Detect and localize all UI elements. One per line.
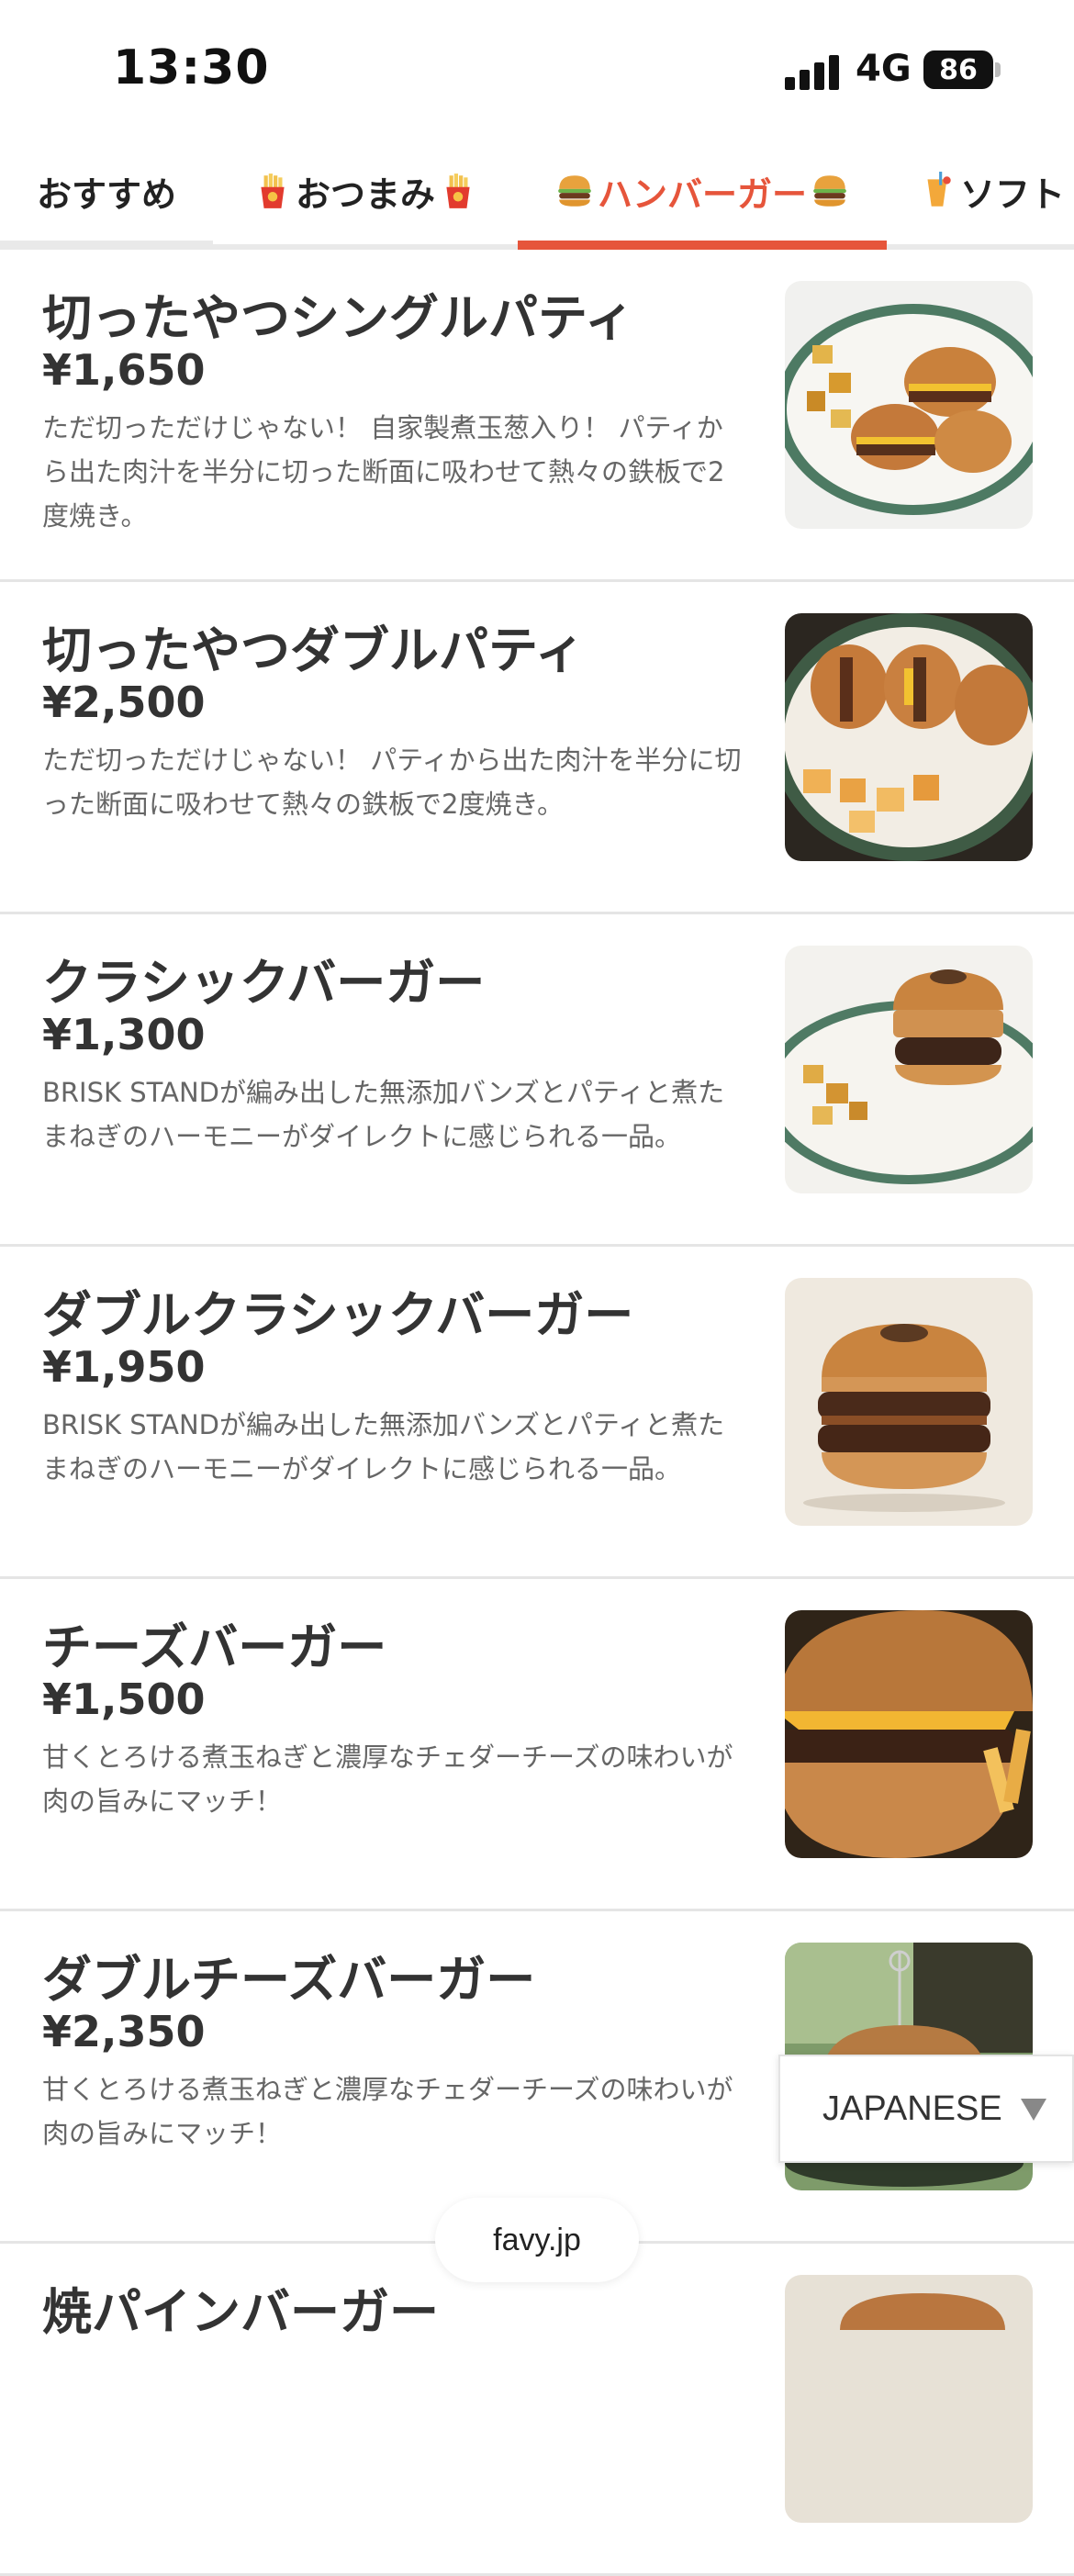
item-title: 焼パインバーガー <box>42 2283 439 2341</box>
tab-divider <box>0 241 213 250</box>
tab-label: ソフト <box>960 174 1066 215</box>
tab-soft-drinks[interactable]: ソフト <box>914 138 1074 244</box>
hamburger-icon <box>813 175 846 207</box>
item-title: 切ったやつシングルパティ <box>42 289 634 347</box>
item-description: BRISK STANDが編み出した無添加バンズとパティと煮たまねぎのハーモニーが… <box>42 1409 725 1484</box>
item-price: ¥2,500 <box>42 678 206 727</box>
active-tab-indicator <box>518 241 887 250</box>
fries-icon <box>446 174 470 208</box>
cut-burger-plate-photo[interactable] <box>785 281 1033 529</box>
menu-item[interactable]: クラシックバーガー ¥1,300 BRISK STANDが編み出した無添加バンズ… <box>0 914 1074 1247</box>
menu-item[interactable]: 切ったやつダブルパティ ¥2,500 ただ切っただけじゃない！ パティから出た肉… <box>0 582 1074 914</box>
category-tabs: おすすめ おつまみ ハンバーガー ソフト <box>0 138 1074 250</box>
item-price: ¥2,350 <box>42 2007 206 2056</box>
tab-label: おすすめ <box>36 174 176 215</box>
brand-label: favy.jp <box>493 2222 581 2257</box>
battery-tip <box>995 62 1001 77</box>
item-title: チーズバーガー <box>42 1618 387 1676</box>
item-price: ¥1,950 <box>42 1342 206 1392</box>
battery-icon: 86 <box>923 50 993 89</box>
double-classic-burger-photo[interactable] <box>785 1278 1033 1526</box>
language-select[interactable]: JAPANESE <box>778 2055 1074 2163</box>
item-title: クラシックバーガー <box>42 954 486 1012</box>
cut-double-burger-plate-photo[interactable] <box>785 613 1033 861</box>
item-description: 甘くとろける煮玉ねぎと濃厚なチェダーチーズの味わいが肉の旨みにマッチ！ <box>42 2074 733 2149</box>
item-description: BRISK STANDが編み出した無添加バンズとパティと煮たまねぎのハーモニーが… <box>42 1077 725 1152</box>
item-price: ¥1,500 <box>42 1674 206 1724</box>
triangle-down-icon <box>1021 2099 1046 2121</box>
classic-burger-photo[interactable] <box>785 946 1033 1193</box>
favy-badge[interactable]: favy.jp <box>435 2198 639 2282</box>
cheese-burger-photo[interactable] <box>785 1610 1033 1858</box>
network-label: 4G <box>856 48 912 90</box>
item-price: ¥1,300 <box>42 1010 206 1059</box>
pineapple-burger-photo[interactable] <box>785 2275 1033 2523</box>
tab-snacks[interactable]: おつまみ <box>217 138 514 244</box>
fries-icon <box>261 174 285 208</box>
item-description: ただ切っただけじゃない！ パティから出た肉汁を半分に切った断面に吸わせて熱々の鉄… <box>42 745 742 820</box>
status-bar: 13:30 4G 86 <box>0 0 1074 138</box>
battery-level: 86 <box>939 53 978 86</box>
item-title: 切ったやつダブルパティ <box>42 622 585 679</box>
tab-recommended[interactable]: おすすめ <box>0 138 213 244</box>
hamburger-icon <box>558 175 591 207</box>
signal-icon <box>785 55 840 90</box>
drink-icon <box>927 172 951 207</box>
item-title: ダブルクラシックバーガー <box>42 1286 634 1344</box>
menu-item[interactable]: ダブルクラシックバーガー ¥1,950 BRISK STANDが編み出した無添加… <box>0 1247 1074 1579</box>
menu-item[interactable]: 切ったやつシングルパティ ¥1,650 ただ切っただけじゃない！ 自家製煮玉葱入… <box>0 250 1074 582</box>
menu-item[interactable]: チーズバーガー ¥1,500 甘くとろける煮玉ねぎと濃厚なチェダーチーズの味わい… <box>0 1579 1074 1911</box>
status-time: 13:30 <box>113 40 270 95</box>
item-title: ダブルチーズバーガー <box>42 1951 536 2009</box>
menu-item[interactable]: 焼パインバーガー <box>0 2244 1074 2576</box>
item-price: ¥1,650 <box>42 345 206 395</box>
tab-label: おつまみ <box>295 174 435 215</box>
tab-label: ハンバーガー <box>597 174 807 215</box>
tab-hamburger[interactable]: ハンバーガー <box>518 138 887 244</box>
item-description: ただ切っただけじゃない！ 自家製煮玉葱入り！ パティから出た肉汁を半分に切った断… <box>42 412 725 532</box>
language-select-value: JAPANESE <box>822 2089 1002 2128</box>
item-description: 甘くとろける煮玉ねぎと濃厚なチェダーチーズの味わいが肉の旨みにマッチ！ <box>42 1742 733 1817</box>
